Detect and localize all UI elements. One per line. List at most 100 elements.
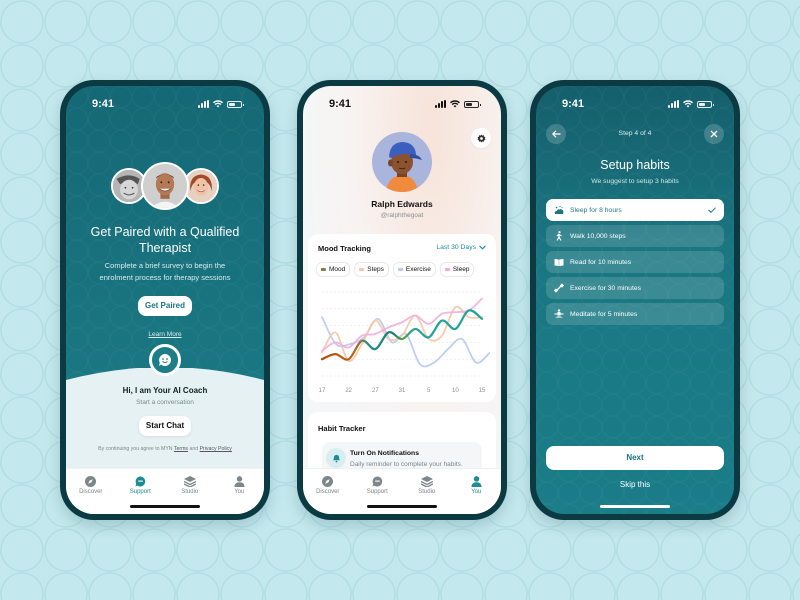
home-indicator [367,505,437,508]
sleep-icon [554,205,564,215]
close-button[interactable] [704,124,724,144]
meditate-icon [554,309,564,319]
privacy-policy-link[interactable]: Privacy Policy [200,446,232,452]
tab-support[interactable]: Support [118,475,162,514]
check-icon [708,207,716,213]
x-tick-label: 5 [427,388,431,394]
status-time: 9:41 [92,98,115,110]
tab-discover[interactable]: Discover [306,475,350,514]
legend-swatch-steps [359,268,365,271]
page-title: Get Paired with a Qualified Therapist [90,225,240,255]
legend-chip-exercise[interactable]: Exercise [392,262,436,277]
status-time: 9:41 [562,98,585,110]
x-tick-label: 17 [319,388,326,394]
screen-setup-habits: 9:41 Step 4 of 4 Setup habits We suggest… [536,86,734,514]
x-tick-label: 22 [345,388,352,394]
battery-icon [464,100,481,108]
legend-swatch-exercise [397,268,403,271]
profile-handle: @ralphthegoat [380,212,424,219]
phone-setup-habits: 9:41 Step 4 of 4 Setup habits We suggest… [530,80,740,520]
get-paired-button[interactable]: Get Paired [138,296,192,316]
phone-therapist-pairing: 9:41 Get Paired with a Qualified Therapi… [60,80,270,520]
mood-chart: 17 22 27 31 5 10 15 [319,291,490,394]
page-title: Setup habits [600,158,670,172]
layers-icon [420,475,433,487]
battery-icon [227,100,244,108]
signal-icon [435,100,446,108]
start-chat-button[interactable]: Start Chat [139,416,191,436]
tab-studio[interactable]: Studio [405,475,449,514]
chevron-down-icon [479,245,486,250]
settings-button[interactable] [471,128,491,148]
compass-icon [85,475,97,487]
legend-chip-sleep[interactable]: Sleep [439,262,475,277]
screen-support: 9:41 Get Paired with a Qualified Therapi… [66,86,264,514]
x-tick-label: 31 [399,388,406,394]
status-bar: 9:41 [66,86,264,118]
coach-subtitle: Start a conversation [136,399,194,406]
chat-bubble-icon [134,475,146,487]
tab-studio[interactable]: Studio [168,475,212,514]
notification-title: Turn On Notifications [350,450,419,457]
profile-avatar[interactable] [372,132,432,192]
legal-text: By continuing you agree to MYN Terms and… [98,446,232,452]
habit-option-exercise[interactable]: Exercise for 30 minutes [546,277,724,299]
layers-icon [183,475,196,487]
skip-link[interactable]: Skip this [536,480,734,489]
signal-icon [668,100,679,108]
page-subtitle: We suggest to setup 3 habits [591,178,679,185]
battery-icon [697,100,714,108]
chart-legend: Mood Steps Exercise Sleep [316,262,490,277]
compass-icon [322,475,334,487]
wifi-icon [683,100,693,108]
therapist-avatar-2 [141,162,189,210]
mood-tracking-card: Mood Tracking Last 30 Days Mood Steps Ex… [308,234,496,402]
profile-name: Ralph Edwards [371,199,433,209]
ai-coach-icon [149,344,181,376]
legend-swatch-mood [321,268,326,271]
therapist-avatars [66,162,264,210]
gear-icon [477,133,485,143]
person-icon [470,475,482,487]
terms-link[interactable]: Terms [174,446,188,452]
wifi-icon [213,100,223,108]
next-button[interactable]: Next [546,446,724,470]
date-range-dropdown[interactable]: Last 30 Days [436,244,486,251]
habit-option-walk[interactable]: Walk 10,000 steps [546,225,724,247]
tab-support[interactable]: Support [355,475,399,514]
legend-swatch-sleep [444,268,450,271]
screen-profile: 9:41 Ralph Edwards @ralphthegoat Mood Tr… [303,86,501,514]
notification-subtitle: Daily reminder to complete your habits. [350,461,463,468]
wifi-icon [450,100,460,108]
chat-bubble-icon [371,475,383,487]
habit-option-sleep[interactable]: Sleep for 8 hours [546,199,724,221]
status-bar: 9:41 [303,86,501,118]
tab-you[interactable]: You [454,475,498,514]
habit-tracker-title: Habit Tracker [318,424,366,433]
coach-title: Hi, I am Your AI Coach [122,386,208,395]
tab-you[interactable]: You [217,475,261,514]
habit-option-meditate[interactable]: Meditate for 5 minutes [546,303,724,325]
walk-icon [554,231,564,241]
habit-option-read[interactable]: Read for 10 minutes [546,251,724,273]
person-icon [233,475,245,487]
status-time: 9:41 [329,98,352,110]
learn-more-link[interactable]: Learn More [66,331,264,338]
book-icon [554,257,564,267]
status-bar: 9:41 [536,86,734,118]
phone-profile: 9:41 Ralph Edwards @ralphthegoat Mood Tr… [297,80,507,520]
legend-chip-mood[interactable]: Mood [316,262,351,277]
legend-chip-steps[interactable]: Steps [354,262,389,277]
signal-icon [198,100,209,108]
page-subtitle: Complete a brief survey to begin the enr… [99,261,231,282]
dumbbell-icon [554,283,564,293]
tab-discover[interactable]: Discover [69,475,113,514]
x-tick-label: 15 [479,388,486,394]
bell-icon [326,448,346,468]
x-tick-label: 10 [452,388,459,394]
mood-tracking-title: Mood Tracking [318,244,371,253]
close-icon [710,130,718,138]
habit-options: Sleep for 8 hours Walk 10,000 steps Read… [546,199,724,325]
home-indicator [130,505,200,508]
home-indicator [600,505,670,508]
